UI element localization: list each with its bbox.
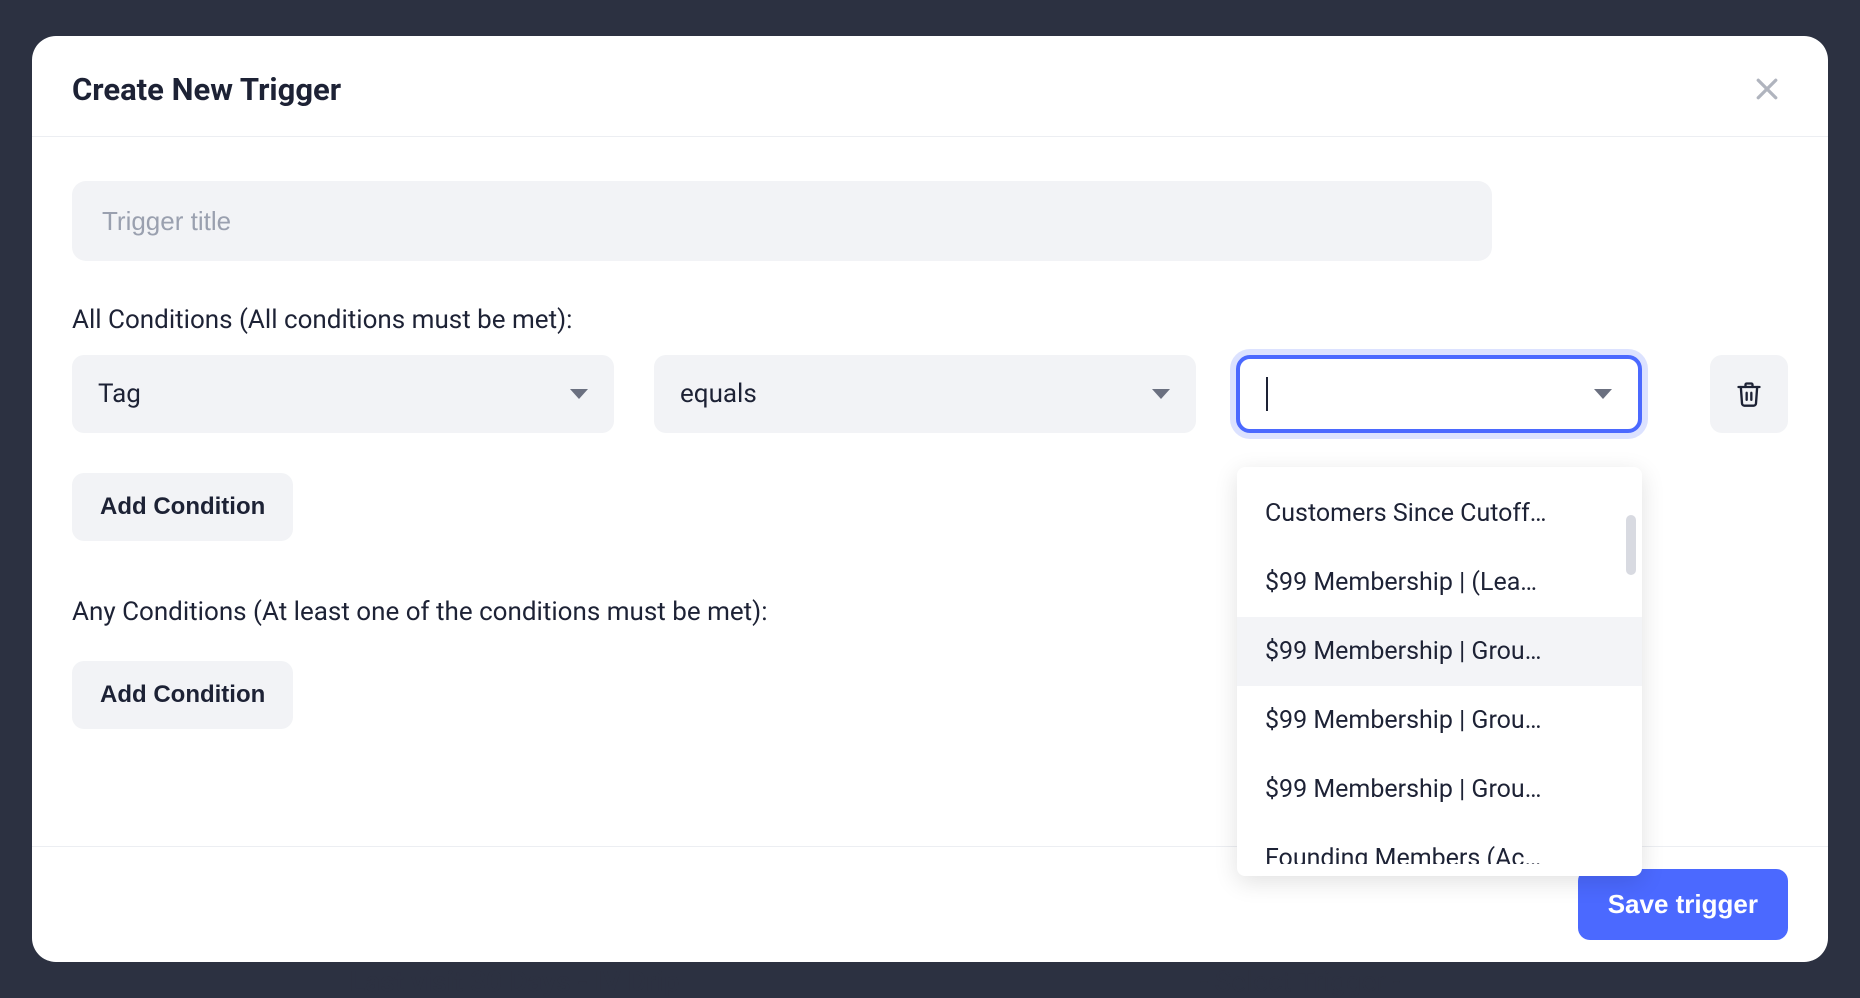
save-trigger-button[interactable]: Save trigger <box>1578 869 1788 940</box>
dropdown-scrollbar[interactable] <box>1626 515 1636 575</box>
dropdown-option[interactable]: Customers Since Cutoff… <box>1237 479 1642 548</box>
condition-operator-value: equals <box>680 379 757 409</box>
close-icon <box>1752 74 1782 104</box>
dropdown-option[interactable]: $99 Membership | Grou… <box>1237 617 1642 686</box>
chevron-down-icon <box>1152 389 1170 399</box>
dropdown-option[interactable]: $99 Membership | (Lea… <box>1237 548 1642 617</box>
chevron-down-icon <box>1594 389 1612 399</box>
dropdown-option[interactable]: $99 Membership | Grou… <box>1237 686 1642 755</box>
condition-row: Tag equals <box>72 355 1788 433</box>
modal-title: Create New Trigger <box>72 71 341 108</box>
add-any-condition-button[interactable]: Add Condition <box>72 661 293 729</box>
all-conditions-label: All Conditions (All conditions must be m… <box>72 305 1788 335</box>
close-button[interactable] <box>1746 68 1788 110</box>
text-cursor <box>1266 377 1268 411</box>
condition-field-value: Tag <box>98 379 141 409</box>
trash-icon <box>1735 380 1763 408</box>
condition-value-select[interactable] <box>1236 355 1642 433</box>
condition-field-select[interactable]: Tag <box>72 355 614 433</box>
background-item-label: Last visit 30 Days - IV Drip <box>350 965 679 998</box>
chevron-down-icon <box>570 389 588 399</box>
condition-value-dropdown: Customers Since Cutoff… $99 Membership |… <box>1237 467 1642 876</box>
dropdown-option[interactable]: $99 Membership | Grou… <box>1237 755 1642 824</box>
add-all-condition-button[interactable]: Add Condition <box>72 473 293 541</box>
modal-body: All Conditions (All conditions must be m… <box>32 137 1828 846</box>
trigger-title-input[interactable] <box>72 181 1492 261</box>
background-select-trigger: - Select Trigger - <box>1200 965 1400 998</box>
create-trigger-modal: Create New Trigger All Conditions (All c… <box>32 36 1828 962</box>
delete-condition-button[interactable] <box>1710 355 1788 433</box>
modal-header: Create New Trigger <box>32 36 1828 137</box>
dropdown-option[interactable]: Founding Members (Ac… <box>1237 824 1642 864</box>
condition-operator-select[interactable]: equals <box>654 355 1196 433</box>
